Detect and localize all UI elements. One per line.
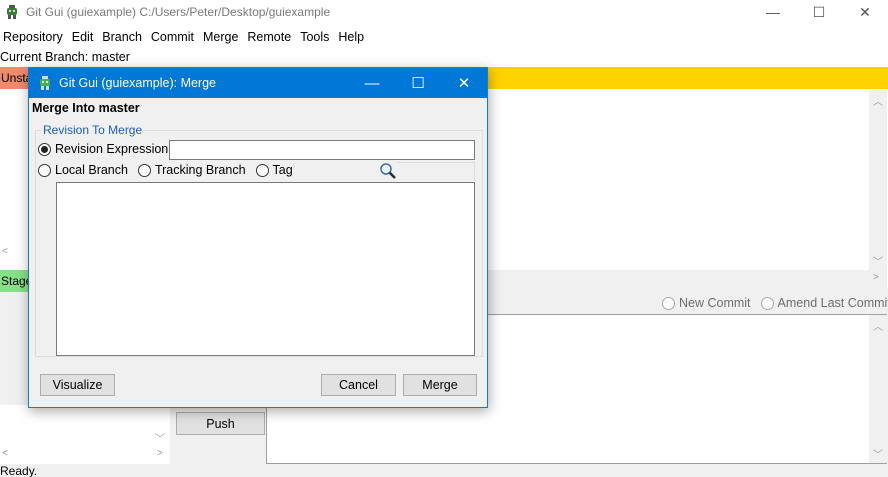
menu-commit[interactable]: Commit bbox=[148, 27, 200, 47]
staged-changes-label: Staged Changes bbox=[0, 270, 30, 292]
commit-vertical-scrollbar[interactable]: ︿ ﹀ bbox=[869, 315, 887, 463]
status-bar: Ready. bbox=[0, 464, 888, 477]
scroll-up-arrow-icon[interactable]: ︿ bbox=[873, 318, 883, 333]
tracking-branch-label: Tracking Branch bbox=[154, 163, 246, 177]
maximize-button[interactable]: ☐ bbox=[796, 0, 842, 24]
scroll-left-arrow-icon[interactable]: < bbox=[2, 246, 8, 257]
local-branch-radio[interactable] bbox=[38, 163, 51, 177]
amend-last-commit-label: Amend Last Commit bbox=[777, 296, 888, 310]
staged-file-list[interactable] bbox=[0, 405, 170, 465]
menu-repository[interactable]: Repository bbox=[0, 27, 69, 47]
new-commit-radio[interactable] bbox=[662, 296, 675, 310]
diff-horizontal-scrollbar[interactable]: > bbox=[487, 270, 887, 288]
tracking-branch-radio[interactable] bbox=[137, 163, 151, 177]
commit-options: New Commit Amend Last Commit bbox=[662, 296, 888, 310]
unstaged-file-list[interactable] bbox=[0, 90, 28, 270]
git-gui-icon bbox=[7, 5, 17, 19]
revision-group-legend: Revision To Merge bbox=[41, 123, 145, 137]
current-branch-label: Current Branch: master bbox=[0, 50, 130, 64]
tag-radio[interactable] bbox=[255, 163, 269, 177]
main-titlebar: Git Gui (guiexample) C:/Users/Peter/Desk… bbox=[0, 0, 888, 24]
revision-expression-row: Revision Expression: bbox=[38, 142, 172, 156]
revision-expression-label: Revision Expression: bbox=[55, 142, 172, 156]
scroll-down-arrow-icon[interactable]: ﹀ bbox=[155, 430, 165, 445]
dialog-close-button[interactable]: ✕ bbox=[441, 68, 487, 98]
local-branch-label: Local Branch bbox=[55, 163, 128, 177]
diff-viewer[interactable] bbox=[487, 90, 887, 270]
minimize-button[interactable]: — bbox=[750, 0, 796, 24]
new-commit-label: New Commit bbox=[679, 296, 751, 310]
revision-expression-radio[interactable] bbox=[38, 142, 51, 156]
merge-dialog: Git Gui (guiexample): Merge — ☐ ✕ Merge … bbox=[28, 67, 488, 408]
branch-type-row: Local Branch Tracking Branch Tag bbox=[38, 163, 293, 177]
branch-list[interactable] bbox=[56, 182, 475, 356]
scroll-right-arrow-icon[interactable]: > bbox=[873, 272, 879, 283]
dialog-minimize-button[interactable]: — bbox=[349, 68, 395, 98]
cancel-button[interactable]: Cancel bbox=[321, 374, 396, 396]
menu-branch[interactable]: Branch bbox=[99, 27, 148, 47]
unstaged-changes-label: Unstaged Changes bbox=[0, 67, 30, 89]
merge-heading: Merge Into master bbox=[32, 101, 140, 115]
revision-expression-input[interactable] bbox=[169, 140, 475, 160]
dialog-title: Git Gui (guiexample): Merge bbox=[59, 76, 217, 90]
menu-help[interactable]: Help bbox=[335, 27, 370, 47]
menubar: Repository Edit Branch Commit Merge Remo… bbox=[0, 27, 888, 47]
menu-remote[interactable]: Remote bbox=[244, 27, 297, 47]
tag-label: Tag bbox=[272, 163, 293, 177]
magnifier-icon[interactable] bbox=[378, 162, 398, 180]
scroll-down-arrow-icon[interactable]: ﹀ bbox=[873, 253, 883, 268]
close-button[interactable]: ✕ bbox=[842, 0, 888, 24]
visualize-button[interactable]: Visualize bbox=[40, 374, 115, 396]
menu-tools[interactable]: Tools bbox=[297, 27, 335, 47]
filter-field-frame bbox=[397, 162, 475, 181]
scroll-left-arrow-icon[interactable]: < bbox=[2, 448, 8, 459]
merge-button[interactable]: Merge bbox=[403, 374, 477, 396]
dialog-maximize-button[interactable]: ☐ bbox=[395, 68, 441, 98]
scroll-down-arrow-icon[interactable]: ﹀ bbox=[873, 446, 883, 461]
menu-edit[interactable]: Edit bbox=[69, 27, 100, 47]
push-button[interactable]: Push bbox=[176, 412, 265, 435]
amend-last-commit-radio[interactable] bbox=[760, 296, 774, 310]
scroll-up-arrow-icon[interactable]: ︿ bbox=[873, 93, 883, 108]
dialog-titlebar: Git Gui (guiexample): Merge — ☐ ✕ bbox=[29, 68, 487, 98]
scroll-right-arrow-icon[interactable]: > bbox=[157, 448, 163, 459]
diff-vertical-scrollbar[interactable]: ︿ ﹀ bbox=[869, 90, 887, 270]
menu-merge[interactable]: Merge bbox=[200, 27, 244, 47]
git-gui-icon bbox=[40, 76, 50, 90]
window-title: Git Gui (guiexample) C:/Users/Peter/Desk… bbox=[26, 5, 331, 19]
